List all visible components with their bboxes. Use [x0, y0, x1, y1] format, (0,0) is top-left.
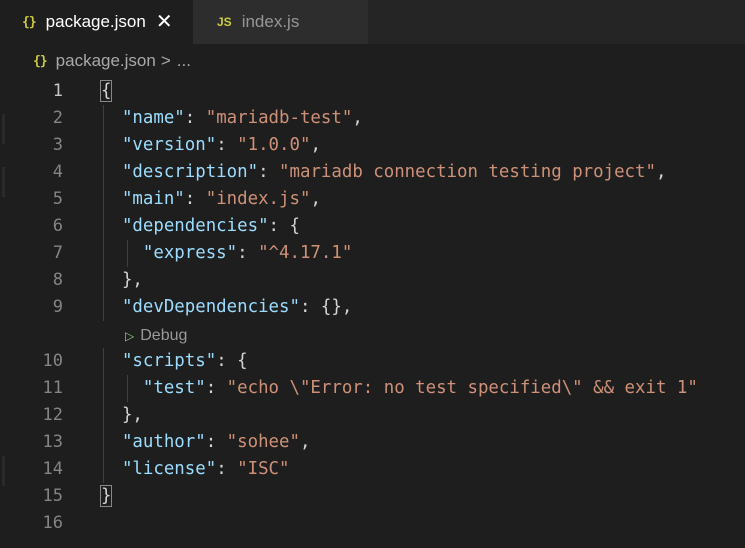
line-code: "scripts": {: [101, 348, 248, 375]
json-key: "devDependencies": [121, 297, 300, 317]
tab-label: index.js: [241, 12, 300, 31]
line-code: "main": "index.js",: [101, 186, 321, 213]
tab-bar: {} package.json ✕ JS index.js: [0, 0, 745, 44]
json-string: "sohee": [226, 432, 300, 452]
json-punctuation: :: [205, 432, 227, 452]
line-number: 9: [52, 297, 63, 317]
json-punctuation: [101, 135, 122, 155]
line-code: {: [99, 78, 113, 105]
json-punctuation: },: [101, 405, 143, 425]
json-key: "author": [121, 432, 206, 452]
line-number: 10: [42, 351, 63, 371]
play-icon: ▷: [125, 329, 135, 343]
tab-index-js[interactable]: JS index.js: [193, 0, 368, 44]
line-code: "name": "mariadb-test",: [101, 105, 363, 132]
line-number: 14: [42, 459, 63, 479]
line-code: "author": "sohee",: [101, 429, 311, 456]
json-string: "mariadb-test": [205, 108, 353, 128]
json-punctuation: ,: [655, 162, 667, 182]
line-code: },: [101, 267, 143, 294]
json-string: "index.js": [205, 189, 311, 209]
line-number: 12: [42, 405, 63, 425]
json-key: "main": [121, 189, 185, 209]
json-punctuation: [101, 351, 122, 371]
json-punctuation: ,: [310, 135, 321, 155]
line-number: 8: [52, 270, 63, 290]
debug-codelens[interactable]: ▷ Debug: [125, 322, 187, 349]
json-key: "express": [142, 243, 238, 263]
breadcrumb-more[interactable]: ...: [177, 51, 191, 71]
line-code: "dependencies": {: [101, 213, 300, 240]
json-punctuation: :: [205, 378, 227, 398]
code-editor[interactable]: ▷ Debug 1 {2 "name": "mariadb-test", 3 "ver…: [0, 78, 745, 548]
json-key: "description": [121, 162, 259, 182]
line-number: 16: [42, 513, 63, 533]
json-punctuation: [101, 432, 122, 452]
json-punctuation: [101, 243, 143, 263]
json-punctuation: [101, 378, 143, 398]
json-punctuation: :: [258, 162, 280, 182]
line-number: 1: [52, 81, 63, 101]
json-punctuation: :: [216, 135, 238, 155]
close-icon[interactable]: ✕: [156, 12, 173, 32]
line-number: 6: [52, 216, 63, 236]
json-string: "mariadb connection testing project": [279, 162, 656, 182]
line-code: "license": "ISC": [101, 456, 290, 483]
line-number: 15: [42, 486, 63, 506]
debug-label: Debug: [140, 327, 188, 344]
tab-package-json[interactable]: {} package.json ✕: [0, 0, 193, 44]
line-number: 11: [42, 378, 63, 398]
json-string: "ISC": [237, 459, 290, 479]
json-string: "1.0.0": [237, 135, 311, 155]
json-punctuation: :: [184, 108, 206, 128]
json-punctuation: [101, 189, 122, 209]
json-key: "version": [121, 135, 217, 155]
json-punctuation: :: [184, 189, 206, 209]
tab-label: package.json: [45, 12, 146, 31]
json-key: "scripts": [121, 351, 217, 371]
json-key: "license": [121, 459, 217, 479]
json-key: "test": [142, 378, 206, 398]
json-punctuation: :: [237, 243, 259, 263]
json-punctuation: {: [99, 80, 113, 102]
json-punctuation: }: [99, 485, 113, 507]
json-file-icon: {}: [33, 53, 48, 69]
json-punctuation: },: [101, 270, 143, 290]
line-code: "devDependencies": {},: [101, 294, 352, 321]
json-key: "dependencies": [121, 216, 269, 236]
line-code: "description": "mariadb connection testi…: [101, 159, 666, 186]
json-punctuation: :: [216, 459, 238, 479]
line-code: "test": "echo \"Error: no test specified…: [101, 375, 698, 402]
line-code: "express": "^4.17.1": [101, 240, 352, 267]
breadcrumb-file[interactable]: package.json: [56, 51, 156, 71]
line-number: 3: [52, 135, 63, 155]
json-punctuation: ,: [310, 189, 321, 209]
line-code: "version": "1.0.0",: [101, 132, 321, 159]
json-punctuation: [101, 108, 122, 128]
json-punctuation: [101, 216, 122, 236]
json-punctuation: [101, 459, 122, 479]
json-key: "name": [121, 108, 185, 128]
line-code: },: [101, 402, 143, 429]
js-file-icon: JS: [217, 15, 232, 29]
line-number: 4: [52, 162, 63, 182]
json-punctuation: : {: [268, 216, 300, 236]
chevron-right-icon: >: [160, 51, 171, 70]
line-number: 13: [42, 432, 63, 452]
line-number: 7: [52, 243, 63, 263]
json-punctuation: [101, 162, 122, 182]
json-string: "echo \"Error: no test specified\" && ex…: [226, 378, 698, 398]
breadcrumb: {} package.json > ...: [0, 44, 745, 78]
json-punctuation: : {},: [299, 297, 353, 317]
json-punctuation: [101, 297, 122, 317]
json-punctuation: : {: [216, 351, 248, 371]
json-punctuation: ,: [352, 108, 363, 128]
line-number: 2: [52, 108, 63, 128]
line-number: 5: [52, 189, 63, 209]
json-punctuation: ,: [299, 432, 311, 452]
json-string: "^4.17.1": [258, 243, 353, 263]
json-file-icon: {}: [22, 14, 37, 30]
line-code: }: [99, 483, 113, 510]
